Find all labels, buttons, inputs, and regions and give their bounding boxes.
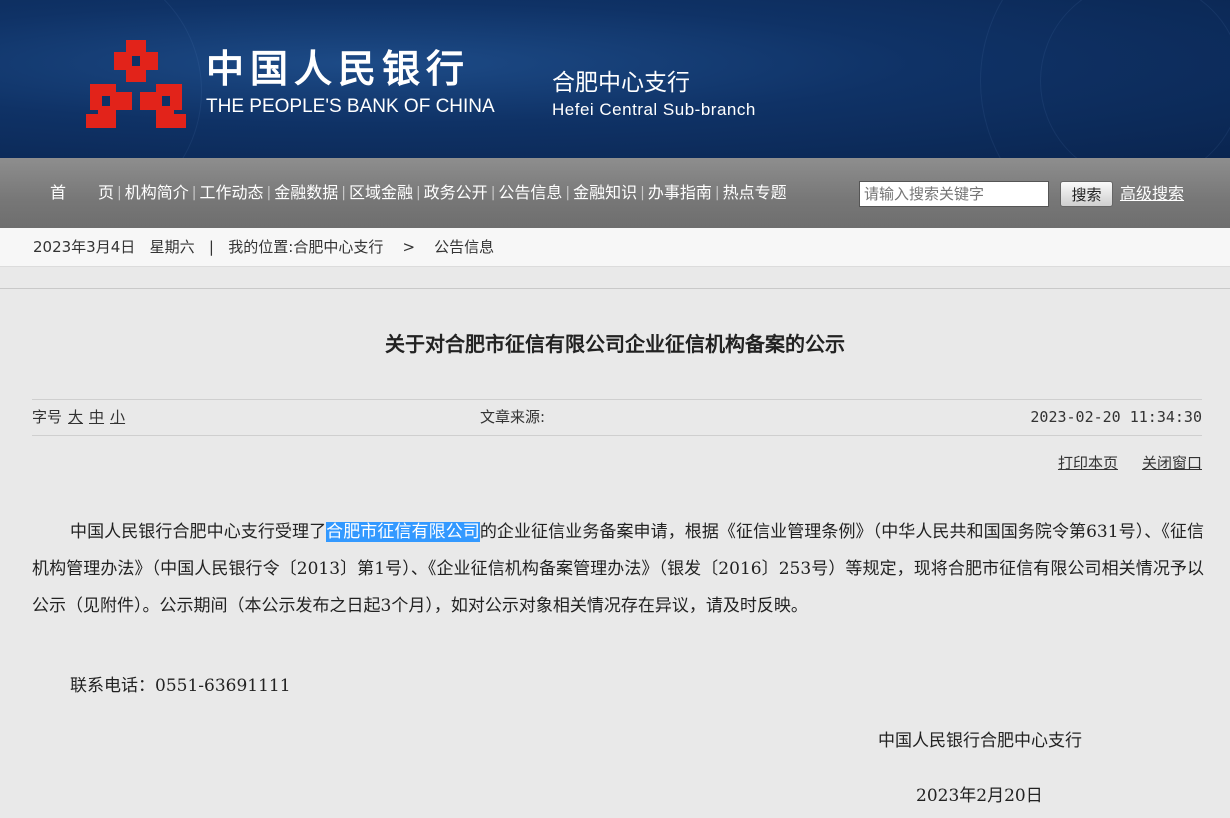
publish-timestamp: 2023-02-20 11:34:30 [1030, 408, 1202, 426]
breadcrumb-separator: > [402, 238, 416, 256]
advanced-search-link[interactable]: 高级搜索 [1120, 181, 1184, 207]
nav-separator: | [117, 185, 122, 201]
article-body: 中国人民银行合肥中心支行受理了合肥市征信有限公司的企业征信业务备案申请，根据《征… [32, 514, 1204, 625]
bank-name-en: THE PEOPLE'S BANK OF CHINA [206, 96, 495, 117]
contact-phone: 联系电话：0551-63691111 [70, 676, 291, 696]
nav-separator: | [266, 185, 272, 201]
nav-separator: | [714, 185, 720, 201]
breadcrumb: 2023年3月4日 星期六 | 我的位置:合肥中心支行 > 公告信息 [33, 228, 494, 266]
article-paragraph: 中国人民银行合肥中心支行受理了合肥市征信有限公司的企业征信业务备案申请，根据《征… [32, 514, 1204, 625]
nav-separator: | [341, 185, 346, 201]
header-decoration [1040, 0, 1230, 158]
breadcrumb-bar: 2023年3月4日 星期六 | 我的位置:合肥中心支行 > 公告信息 [0, 228, 1230, 267]
close-window-link[interactable]: 关闭窗口 [1142, 454, 1202, 472]
nav-service-guide[interactable]: 办事指南 [648, 180, 712, 206]
content-top-divider [0, 288, 1230, 289]
nav-home[interactable]: 首 页 [50, 180, 114, 206]
font-size-large-link[interactable]: 大 [68, 408, 83, 426]
branch-name-cn: 合肥中心支行 [552, 70, 690, 96]
selected-company-name: 合肥市征信有限公司 [326, 522, 480, 542]
nav-financial-data[interactable]: 金融数据 [274, 180, 338, 206]
nav-separator: | [490, 185, 496, 201]
article-title: 关于对合肥市征信有限公司企业征信机构备案的公示 [385, 332, 845, 356]
article-tools: 打印本页 关闭窗口 [1034, 451, 1202, 475]
font-size-controls: 字号大中小 [32, 405, 125, 429]
main-nav: 首 页 | 机构简介 | 工作动态 | 金融数据 | 区域金融 | 政务公开 |… [50, 180, 787, 206]
current-weekday: 星期六 [149, 238, 195, 256]
current-date: 2023年3月4日 [33, 238, 136, 256]
nav-separator: | [415, 185, 421, 201]
nav-about[interactable]: 机构简介 [125, 180, 189, 206]
signature-date: 2023年2月20日 [916, 786, 1043, 806]
nav-announcements[interactable]: 公告信息 [498, 180, 562, 206]
breadcrumb-divider: | [208, 238, 214, 256]
branch-name-en: Hefei Central Sub-branch [552, 100, 756, 119]
nav-news[interactable]: 工作动态 [199, 180, 263, 206]
breadcrumb-link-branch[interactable]: 合肥中心支行 [293, 228, 383, 266]
search-input[interactable] [859, 181, 1049, 207]
font-size-small-link[interactable]: 小 [110, 408, 125, 426]
location-label: 我的位置: [228, 238, 294, 256]
site-header: 中国人民银行 THE PEOPLE'S BANK OF CHINA 合肥中心支行… [0, 0, 1230, 158]
font-size-label: 字号 [32, 408, 63, 426]
nav-separator: | [640, 185, 645, 201]
nav-regional-finance[interactable]: 区域金融 [349, 180, 413, 206]
nav-hot-topics[interactable]: 热点专题 [723, 180, 787, 206]
meta-top-rule [32, 399, 1202, 400]
nav-separator: | [191, 185, 197, 201]
signature-organization: 中国人民银行合肥中心支行 [878, 731, 1082, 751]
print-page-link[interactable]: 打印本页 [1058, 454, 1118, 472]
search-button[interactable]: 搜索 [1060, 181, 1113, 207]
bank-logo-icon[interactable] [86, 40, 186, 128]
article-source: 文章来源: [480, 408, 546, 426]
font-size-medium-link[interactable]: 中 [89, 408, 104, 426]
paragraph-text-prefix: 中国人民银行合肥中心支行受理了 [70, 522, 327, 542]
bank-name-cn: 中国人民银行 [206, 46, 471, 91]
breadcrumb-link-announcements[interactable]: 公告信息 [434, 228, 494, 266]
nav-separator: | [565, 185, 571, 201]
meta-bottom-rule [32, 435, 1202, 436]
nav-financial-knowledge[interactable]: 金融知识 [573, 180, 637, 206]
nav-government-affairs[interactable]: 政务公开 [424, 180, 488, 206]
